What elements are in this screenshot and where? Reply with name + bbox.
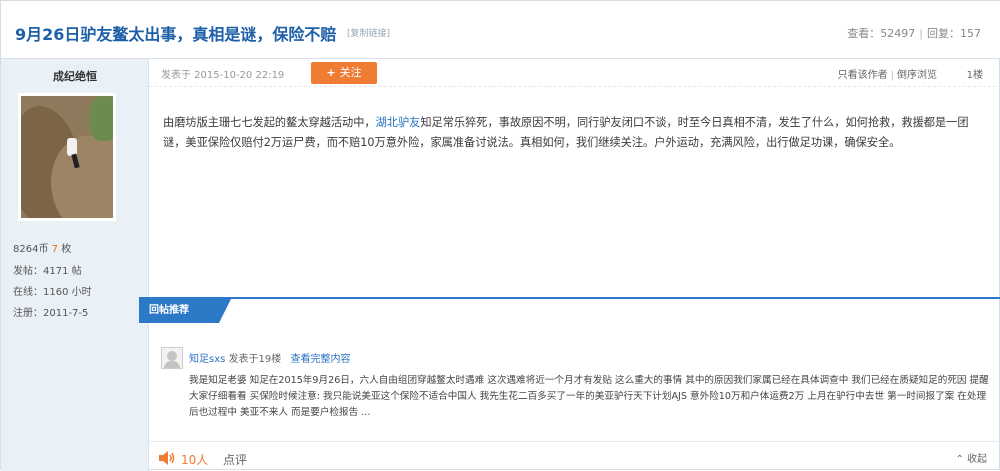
reply-excerpt: 我是知足老婆 知足在2015年9月26日，六人自由组团穿越鳌太时遇难 这次遇难将… bbox=[189, 375, 989, 418]
post-date: 发表于 2015-10-20 22:19 bbox=[161, 70, 285, 81]
thread-title-bar: 9月26日驴友鳌太出事，真相是谜，保险不赔 [复制链接] 查看：52497 | 回复… bbox=[1, 1, 1000, 59]
author-posts: 发帖：4171 帖 bbox=[13, 266, 82, 277]
reply-avatar[interactable] bbox=[161, 347, 183, 369]
author-online-time: 在线：1160 小时 bbox=[13, 287, 92, 298]
like-count[interactable]: 10人 bbox=[181, 451, 208, 468]
views-label: 查看： bbox=[847, 27, 881, 40]
speaker-icon[interactable] bbox=[157, 450, 175, 466]
thread-title[interactable]: 9月26日驴友鳌太出事，真相是谜，保险不赔 bbox=[15, 21, 336, 45]
replies-label: 回复： bbox=[927, 27, 960, 40]
reply-meta: 知足sxs 发表于19楼 查看完整内容 bbox=[189, 350, 350, 365]
comment-button[interactable]: 点评 bbox=[223, 451, 247, 468]
author-sidebar: 成纪绝恒 8264币 7 枚 发帖：4171 帖 在线：1160 小时 注册：2… bbox=[1, 59, 149, 471]
stats-divider: | bbox=[919, 27, 923, 40]
collapse-label: 收起 bbox=[967, 454, 987, 465]
reply-username[interactable]: 知足sxs bbox=[189, 354, 225, 365]
post-body-text: 由磨坊版主珊七七发起的鳌太穿越活动中， bbox=[163, 116, 376, 129]
reply-floor: 发表于19楼 bbox=[228, 354, 282, 365]
author-avatar[interactable] bbox=[18, 93, 116, 221]
collapse-button[interactable]: ⌃ 收起 bbox=[955, 450, 987, 465]
author-name[interactable]: 成纪绝恒 bbox=[1, 68, 149, 84]
recommend-section-bar: 回帖推荐 bbox=[139, 297, 1000, 323]
only-author-link[interactable]: 只看该作者 bbox=[838, 70, 888, 81]
view-full-link[interactable]: 查看完整内容 bbox=[290, 354, 350, 365]
post-tools: 只看该作者 | 倒序浏览 bbox=[838, 66, 937, 81]
replies-count: 157 bbox=[960, 27, 981, 40]
coins-extra: 7 bbox=[51, 244, 59, 255]
forum-post-frame: 9月26日驴友鳌太出事，真相是谜，保险不赔 [复制链接] 查看：52497 | 回复… bbox=[0, 0, 1000, 471]
tools-divider: | bbox=[890, 70, 894, 81]
copy-link-button[interactable]: [复制链接] bbox=[347, 26, 390, 39]
plus-icon: + bbox=[326, 66, 336, 79]
recommend-tab[interactable]: 回帖推荐 bbox=[139, 299, 231, 323]
follow-label: 关注 bbox=[339, 66, 362, 79]
follow-button[interactable]: + 关注 bbox=[311, 62, 377, 84]
author-coins: 8264币 7 枚 bbox=[13, 240, 71, 255]
avatar-rock-shape bbox=[51, 136, 113, 218]
coins-unit: 枚 bbox=[61, 244, 72, 255]
author-registered: 注册：2011-7-5 bbox=[13, 308, 89, 319]
thread-stats: 查看：52497 | 回复：157 bbox=[847, 25, 981, 41]
post-header: 发表于 2015-10-20 22:19 + 关注 只看该作者 | 倒序浏览 1楼 bbox=[149, 59, 1000, 87]
post-body: 由磨坊版主珊七七发起的鳌太穿越活动中，湖北驴友知足常乐猝死，事故原因不明，同行驴… bbox=[163, 113, 985, 153]
floor-number[interactable]: 1楼 bbox=[967, 66, 983, 81]
post-footer: 10人 点评 ⌃ 收起 bbox=[149, 441, 1000, 471]
coins-value: 8264币 bbox=[13, 244, 49, 255]
avatar-foliage-shape bbox=[89, 96, 113, 141]
post-body-link[interactable]: 湖北驴友 bbox=[376, 116, 421, 129]
views-count: 52497 bbox=[880, 27, 916, 40]
collapse-chevron-icon: ⌃ bbox=[955, 454, 967, 465]
reverse-order-link[interactable]: 倒序浏览 bbox=[897, 70, 937, 81]
